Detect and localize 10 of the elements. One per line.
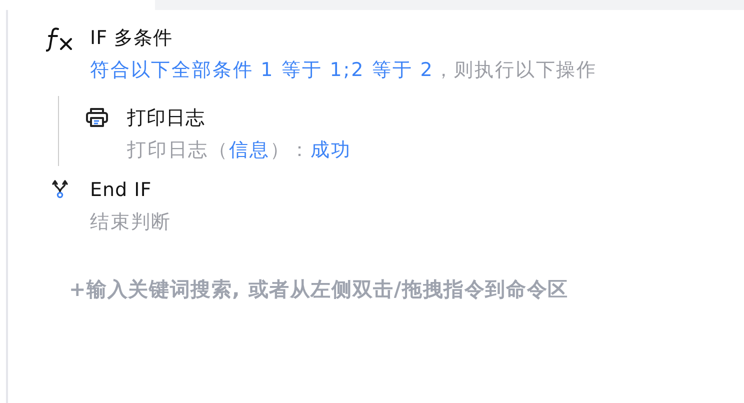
merge-icon (50, 178, 70, 200)
add-command-hint[interactable]: +输入关键词搜索, 或者从左侧双击/拖拽指令到命令区 (69, 276, 568, 303)
step-title: End IF (90, 178, 153, 203)
step-title: 打印日志 (127, 106, 206, 131)
step-summary: 打印日志（信息）：成功 (127, 138, 352, 163)
printer-icon (85, 106, 109, 128)
step-summary: 符合以下全部条件 1 等于 1;2 等于 2，则执行以下操作 (90, 58, 597, 83)
step-summary: 结束判断 (90, 210, 172, 235)
step-title: IF 多条件 (90, 26, 174, 51)
function-icon (46, 26, 74, 52)
